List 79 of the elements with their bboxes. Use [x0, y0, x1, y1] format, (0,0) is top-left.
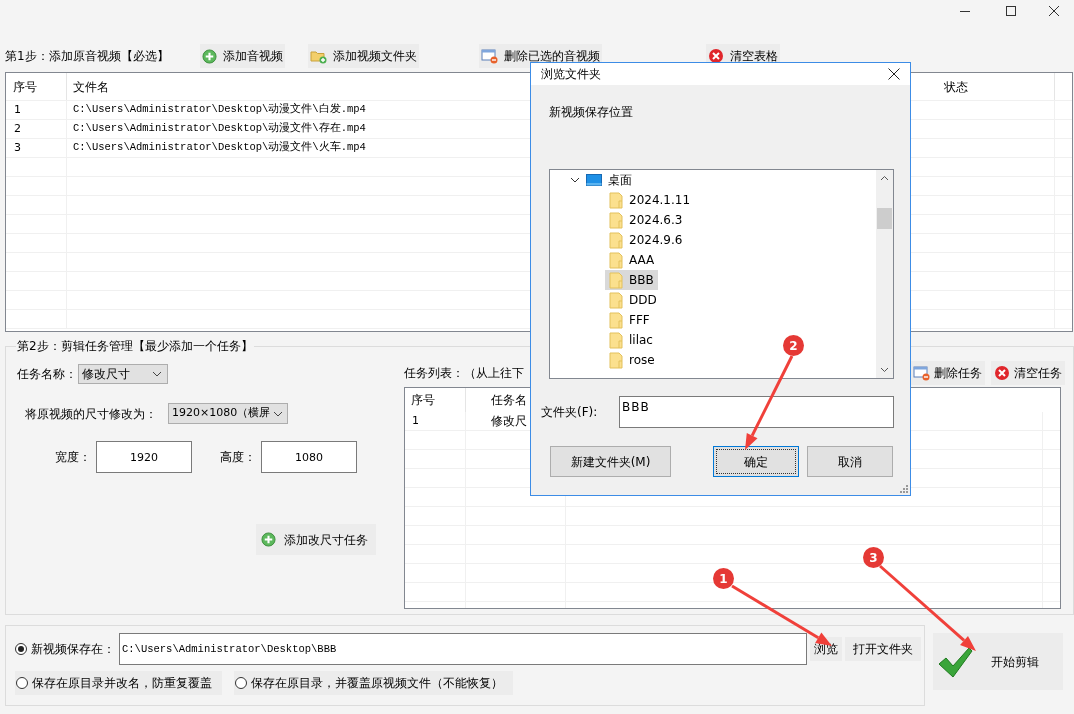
height-field[interactable]: 1080	[261, 441, 357, 473]
size-dropdown[interactable]: 1920×1080（横屏	[168, 403, 288, 424]
column-header: 文件名	[72, 78, 110, 96]
table-cell-text: C:\Users\Administrator\Desktop\动漫文件\火车.mp4	[72, 140, 367, 156]
radio-label: 保存在原目录并改名，防重复覆盖	[32, 675, 212, 692]
add-task-button[interactable]: 添加改尺寸任务	[256, 524, 376, 555]
clear-icon	[994, 365, 1010, 381]
tree-item[interactable]: rose	[605, 350, 659, 370]
minimize-icon	[960, 10, 970, 12]
remove-icon	[913, 365, 930, 381]
field-label: 任务名称：	[17, 366, 78, 383]
dialog-description: 新视频保存位置	[549, 104, 634, 121]
scroll-thumb[interactable]	[877, 208, 892, 229]
column-header: 序号	[405, 388, 466, 412]
tree-item[interactable]: 2024.9.6	[605, 230, 687, 250]
checkmark-icon	[937, 645, 973, 678]
start-button[interactable]: 开始剪辑	[933, 633, 1063, 690]
folder-icon	[609, 351, 623, 369]
save-path-field[interactable]: C:\Users\Administrator\Desktop\BBB	[119, 633, 807, 665]
folder-icon	[609, 251, 623, 269]
scroll-down-icon	[880, 367, 889, 373]
close-icon	[888, 68, 900, 80]
table-cell-text: C:\Users\Administrator\Desktop\动漫文件\白发.mp4	[72, 102, 367, 118]
dialog-button[interactable]: 确定	[713, 446, 799, 477]
field-label: 将原视频的尺寸修改为：	[25, 405, 158, 423]
toolbar-button[interactable]: 添加视频文件夹	[308, 44, 419, 68]
task-list-label: 任务列表：（从上往下	[404, 365, 524, 382]
tree-item[interactable]: AAA	[605, 250, 659, 270]
tree-item[interactable]: 2024.6.3	[605, 210, 687, 230]
toolbar-button[interactable]: 添加音视频	[200, 44, 285, 68]
radio-button[interactable]	[15, 643, 27, 655]
step-label: 第1步：添加原音视频【必选】	[5, 48, 170, 65]
remove-icon	[481, 48, 498, 64]
radio-button[interactable]	[235, 677, 247, 689]
scroll-up-icon	[880, 175, 889, 181]
tree-item[interactable]: FFF	[605, 310, 654, 330]
tree-item[interactable]: 桌面	[550, 170, 876, 190]
dialog-title: 浏览文件夹	[541, 66, 601, 83]
add-icon	[202, 48, 217, 64]
width-field[interactable]: 1920	[96, 441, 192, 473]
scrollbar[interactable]	[876, 170, 893, 378]
field-label: 宽度：	[55, 449, 92, 466]
dropdown-chevron-icon	[273, 410, 283, 417]
tree-item[interactable]: 2024.1.11	[605, 190, 695, 210]
table-cell-text: C:\Users\Administrator\Desktop\动漫文件\存在.mp4	[72, 121, 367, 137]
table-cell: 1	[405, 412, 466, 430]
folder-icon	[609, 311, 623, 329]
folder-field[interactable]: BBB	[619, 396, 894, 428]
maximize-icon	[1006, 6, 1016, 16]
close-icon	[1049, 6, 1059, 16]
folder-icon	[609, 331, 623, 349]
task-button[interactable]: 删除任务	[910, 361, 985, 385]
dialog-button[interactable]: 取消	[807, 446, 893, 477]
radio-button[interactable]	[16, 677, 28, 689]
table-cell: 2	[6, 120, 67, 138]
tree-item[interactable]: DDD	[605, 290, 661, 310]
task-button[interactable]: 清空任务	[991, 361, 1065, 385]
tree-item[interactable]: lilac	[605, 330, 657, 350]
column-header: 序号	[6, 73, 67, 100]
tree-item[interactable]: BBB	[605, 270, 658, 290]
table-cell: 1	[6, 101, 67, 119]
task-name-dropdown[interactable]: 修改尺寸	[78, 364, 168, 384]
group-title: 第2步：剪辑任务管理【最少添加一个任务】	[16, 338, 254, 355]
desktop-icon	[586, 174, 602, 186]
folder-icon	[609, 231, 623, 249]
field-label: 高度：	[220, 449, 257, 466]
open-folder-button[interactable]: 打开文件夹	[845, 637, 921, 661]
table-cell: 3	[6, 139, 67, 157]
dialog-button[interactable]: 新建文件夹(M)	[550, 446, 671, 477]
radio-label: 保存在原目录，并覆盖原视频文件（不能恢复）	[251, 675, 503, 692]
folder-icon	[609, 191, 623, 209]
folder-add-icon	[310, 48, 327, 64]
resize-grip-icon	[899, 484, 908, 493]
folder-icon	[609, 271, 623, 289]
folder-icon	[609, 291, 623, 309]
add-icon	[261, 532, 276, 547]
folder-icon	[609, 211, 623, 229]
radio-label: 新视频保存在：	[31, 641, 115, 658]
dropdown-chevron-icon	[152, 371, 162, 377]
